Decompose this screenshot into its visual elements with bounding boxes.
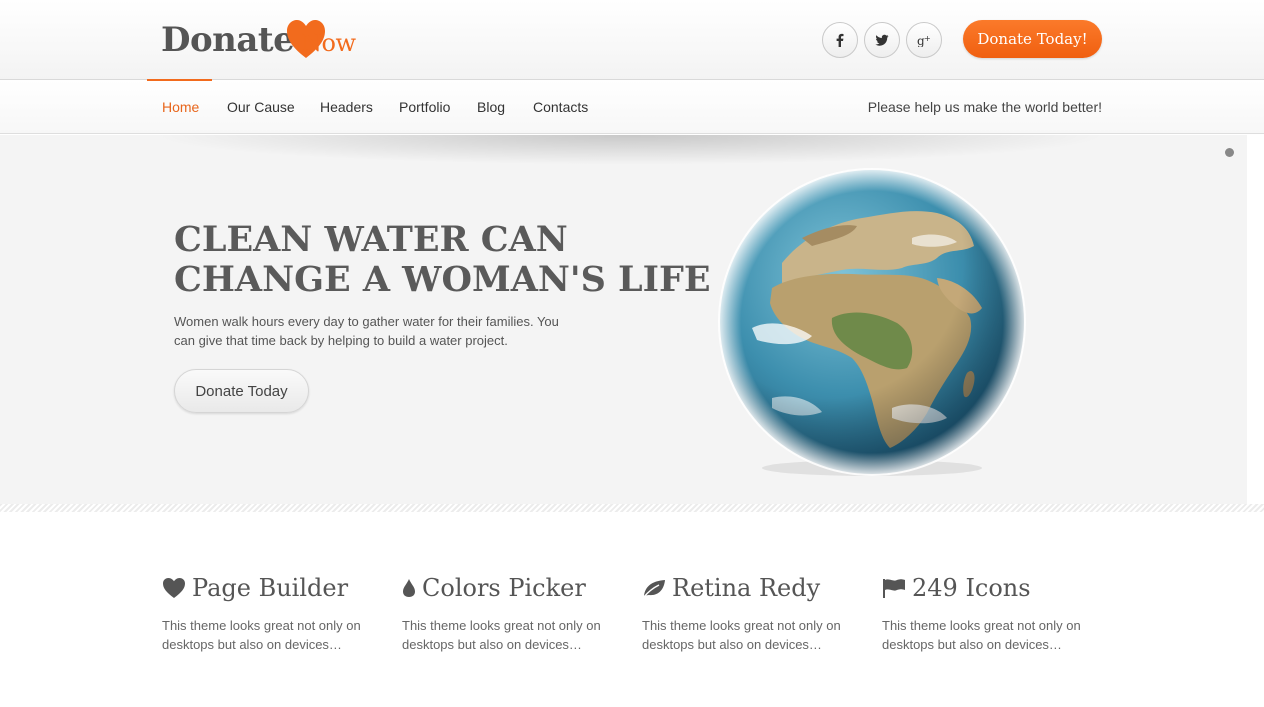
feature-description: This theme looks great not only on deskt… — [162, 618, 361, 652]
facebook-button[interactable] — [822, 22, 858, 58]
feature-heading: Retina Redy — [642, 572, 862, 604]
flag-icon — [883, 579, 905, 598]
header-tagline: Please help us make the world better! — [867, 99, 1102, 115]
hero-title: CLEAN WATER CAN CHANGE A WOMAN'S LIFE — [174, 219, 711, 300]
feature-title: Colors Picker — [422, 574, 586, 602]
feature-heading: Page Builder — [162, 572, 382, 604]
feature-page-builder: Page Builder This theme looks great not … — [162, 572, 382, 654]
feature-title: Retina Redy — [672, 574, 821, 602]
svg-text:+: + — [924, 34, 931, 43]
twitter-icon — [875, 34, 889, 46]
donate-today-button[interactable]: Donate Today! — [963, 20, 1102, 58]
nav-item-home[interactable]: Home — [162, 99, 199, 115]
feature-title: 249 Icons — [912, 574, 1031, 602]
hero-title-line-2: CHANGE A WOMAN'S LIFE — [174, 259, 711, 300]
google-plus-icon: g + — [917, 34, 931, 47]
nav-item-contacts[interactable]: Contacts — [533, 99, 588, 115]
slider-pagination-dot[interactable] — [1225, 148, 1234, 157]
heart-icon — [163, 578, 185, 598]
feature-colors-picker: Colors Picker This theme looks great not… — [402, 572, 622, 654]
feature-title: Page Builder — [192, 574, 349, 602]
hero-title-line-1: CLEAN WATER CAN — [174, 219, 568, 260]
hero-donate-button[interactable]: Donate Today — [174, 369, 309, 413]
feature-heading: Colors Picker — [402, 572, 622, 604]
leaf-icon — [643, 580, 665, 598]
twitter-button[interactable] — [864, 22, 900, 58]
feature-icons: 249 Icons This theme looks great not onl… — [882, 572, 1102, 654]
hero-description: Women walk hours every day to gather wat… — [174, 314, 559, 348]
nav-item-headers[interactable]: Headers — [320, 99, 373, 115]
feature-retina-redy: Retina Redy This theme looks great not o… — [642, 572, 862, 654]
nav-shadow — [150, 135, 1110, 165]
earth-globe-image — [718, 168, 1026, 476]
feature-description: This theme looks great not only on deskt… — [402, 618, 601, 652]
feature-description: This theme looks great not only on deskt… — [642, 618, 841, 652]
facebook-icon — [836, 33, 844, 47]
logo-word-donate: Donate — [161, 20, 295, 60]
nav-item-portfolio[interactable]: Portfolio — [399, 99, 450, 115]
feature-description: This theme looks great not only on deskt… — [882, 618, 1081, 652]
google-plus-button[interactable]: g + — [906, 22, 942, 58]
logo-word-now: Now — [301, 29, 356, 57]
nav-item-our-cause[interactable]: Our Cause — [227, 99, 295, 115]
active-nav-indicator — [147, 79, 212, 81]
nav-item-blog[interactable]: Blog — [477, 99, 505, 115]
feature-heading: 249 Icons — [882, 572, 1102, 604]
hero-bottom-border — [0, 504, 1264, 512]
